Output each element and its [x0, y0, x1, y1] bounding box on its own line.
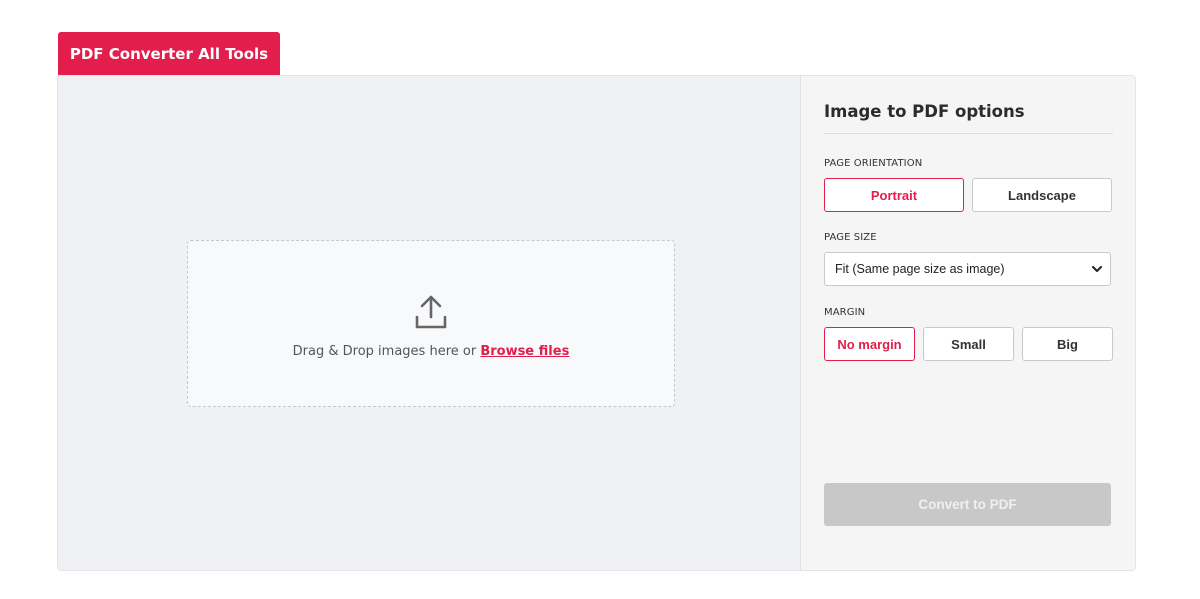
page-size-value: Fit (Same page size as image) — [835, 262, 1005, 276]
options-panel: Image to PDF options PAGE ORIENTATION Po… — [801, 76, 1135, 570]
small-margin-button[interactable]: Small — [923, 327, 1014, 361]
drop-area: Drag & Drop images here or Browse files — [58, 76, 801, 570]
chevron-down-icon — [1092, 265, 1102, 272]
upload-icon — [415, 295, 447, 329]
portrait-button[interactable]: Portrait — [824, 178, 964, 212]
converter-panel: Drag & Drop images here or Browse files … — [57, 75, 1136, 571]
drop-instructions: Drag & Drop images here or Browse files — [293, 344, 570, 359]
pdf-converter-all-tools-tab[interactable]: PDF Converter All Tools — [58, 32, 280, 75]
margin-label: MARGIN — [824, 307, 866, 318]
page-size-select[interactable]: Fit (Same page size as image) — [824, 252, 1111, 286]
browse-files-link[interactable]: Browse files — [480, 344, 569, 359]
margin-group: No margin Small Big — [824, 327, 1113, 361]
options-title: Image to PDF options — [824, 102, 1113, 134]
big-margin-button[interactable]: Big — [1022, 327, 1113, 361]
orientation-group: Portrait Landscape — [824, 178, 1113, 212]
image-dropzone[interactable]: Drag & Drop images here or Browse files — [187, 240, 675, 407]
page-size-label: PAGE SIZE — [824, 232, 877, 243]
no-margin-button[interactable]: No margin — [824, 327, 915, 361]
drop-text: Drag & Drop images here or — [292, 344, 481, 359]
convert-to-pdf-button[interactable]: Convert to PDF — [824, 483, 1111, 526]
landscape-button[interactable]: Landscape — [972, 178, 1112, 212]
page-orientation-label: PAGE ORIENTATION — [824, 158, 923, 169]
